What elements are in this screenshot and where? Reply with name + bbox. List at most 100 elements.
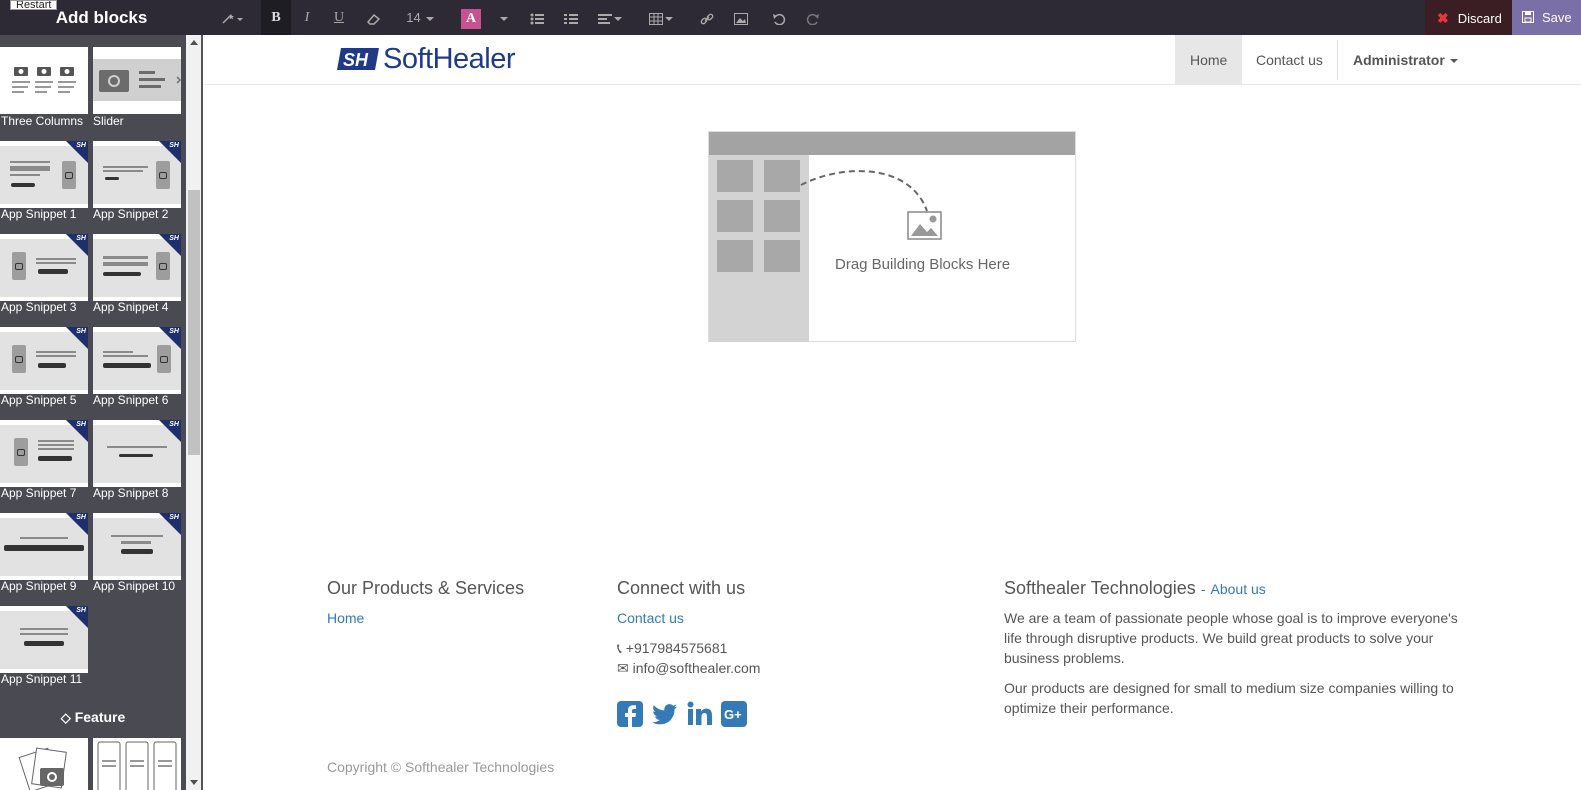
snippet-app-8[interactable]: SH bbox=[93, 420, 181, 487]
snippet-feature-1[interactable] bbox=[0, 738, 88, 790]
snippet-app-7[interactable]: SH bbox=[0, 420, 88, 487]
save-button[interactable]: Save bbox=[1512, 0, 1581, 35]
chevron-down-icon bbox=[665, 16, 673, 21]
snippet-label: App Snippet 2 bbox=[93, 207, 169, 221]
drop-zone-header bbox=[709, 132, 1075, 155]
snippet-feature-2[interactable] bbox=[93, 738, 181, 790]
softhealer-logo-icon[interactable]: SH bbox=[335, 44, 381, 74]
sidebar-scrollbar[interactable] bbox=[186, 35, 203, 790]
svg-text:G+: G+ bbox=[724, 707, 742, 722]
eraser-button[interactable] bbox=[360, 0, 386, 35]
redo-button[interactable] bbox=[800, 0, 826, 35]
slider-thumbnail bbox=[93, 59, 181, 101]
snippet-app-5[interactable]: SH bbox=[0, 327, 88, 394]
thumbnail-line bbox=[36, 258, 76, 260]
bullet-list-button[interactable] bbox=[524, 0, 550, 35]
format-style-button[interactable] bbox=[214, 0, 250, 35]
three-columns-thumbnail bbox=[12, 67, 76, 93]
image-icon bbox=[734, 12, 748, 25]
restart-tooltip: Restart bbox=[10, 0, 58, 10]
floppy-disk-icon bbox=[1522, 11, 1534, 23]
phone-icon: 📞︎ bbox=[617, 640, 622, 656]
snippet-app-3[interactable]: SH bbox=[0, 234, 88, 301]
align-dropdown[interactable] bbox=[594, 0, 626, 35]
feature-thumbnail bbox=[97, 741, 177, 790]
scroll-down-icon[interactable] bbox=[190, 780, 198, 785]
table-dropdown[interactable] bbox=[645, 0, 677, 35]
footer-contact-link[interactable]: Contact us bbox=[617, 610, 684, 626]
thumbnail-buttons bbox=[38, 456, 72, 461]
footer-phone: 📞︎ +917984575681 bbox=[617, 638, 727, 658]
eraser-icon bbox=[366, 13, 381, 25]
image-placeholder-icon bbox=[907, 211, 942, 240]
image-button[interactable] bbox=[728, 0, 754, 35]
snippet-app-11[interactable]: SH bbox=[0, 606, 88, 673]
footer-home-link[interactable]: Home bbox=[327, 610, 364, 626]
snippet-label: App Snippet 3 bbox=[1, 300, 77, 314]
logo-text[interactable]: SoftHealer bbox=[383, 43, 516, 76]
underline-button[interactable]: U bbox=[326, 0, 352, 35]
font-size-dropdown[interactable]: 14 bbox=[402, 0, 438, 35]
twitter-icon[interactable] bbox=[652, 701, 678, 727]
thumbnail-buttons bbox=[38, 269, 68, 274]
italic-button[interactable]: I bbox=[294, 0, 320, 35]
email-address: info@softhealer.com bbox=[632, 660, 761, 676]
sh-ribbon-text: SH bbox=[169, 235, 179, 242]
discard-button[interactable]: ✖ Discard bbox=[1425, 0, 1512, 35]
sh-ribbon-text: SH bbox=[169, 142, 179, 149]
feature-thumbnail bbox=[18, 747, 67, 790]
blocks-sidebar: Three Columns Slider SH App Snippet 1 SH… bbox=[0, 35, 186, 790]
snippet-app-9[interactable]: SH bbox=[0, 513, 88, 580]
thumbnail-line bbox=[36, 351, 76, 353]
nav-contact-us[interactable]: Contact us bbox=[1241, 35, 1338, 85]
magic-wand-icon bbox=[222, 13, 243, 24]
bullet-list-icon bbox=[530, 13, 544, 25]
color-dropdown[interactable] bbox=[492, 0, 510, 35]
nav-home[interactable]: Home bbox=[1175, 35, 1243, 85]
sh-ribbon-text: SH bbox=[169, 514, 179, 521]
bold-button[interactable]: B bbox=[261, 0, 291, 35]
snippet-app-1[interactable]: SH bbox=[0, 141, 88, 208]
thumbnail-line bbox=[103, 351, 133, 353]
thumbnail-camera bbox=[156, 252, 170, 280]
redo-icon bbox=[806, 13, 819, 25]
thumbnail-camera bbox=[157, 345, 171, 373]
linkedin-icon[interactable] bbox=[687, 701, 713, 727]
thumbnail-camera bbox=[156, 161, 170, 189]
sh-ribbon-text: SH bbox=[76, 328, 86, 335]
thumbnail-camera bbox=[12, 345, 26, 373]
feature-section-heading: ◇ Feature bbox=[0, 709, 186, 726]
sh-ribbon-text: SH bbox=[169, 328, 179, 335]
snippet-slider[interactable] bbox=[93, 47, 181, 114]
link-button[interactable] bbox=[694, 0, 720, 35]
snippet-app-2[interactable]: SH bbox=[93, 141, 181, 208]
snippet-app-10[interactable]: SH bbox=[93, 513, 181, 580]
snippet-app-6[interactable]: SH bbox=[93, 327, 181, 394]
company-name: Softhealer Technologies bbox=[1004, 578, 1196, 598]
chevron-down-icon bbox=[425, 16, 434, 21]
drop-zone-sidebar bbox=[709, 155, 809, 342]
numbered-list-icon bbox=[564, 13, 578, 24]
thumbnail-camera bbox=[14, 438, 28, 466]
undo-button[interactable] bbox=[766, 0, 792, 35]
numbered-list-button[interactable] bbox=[558, 0, 584, 35]
footer-about-paragraph-1: We are a team of passionate people whose… bbox=[1004, 610, 1458, 666]
text-color-button[interactable]: A bbox=[458, 0, 484, 35]
scroll-up-icon[interactable] bbox=[190, 40, 198, 45]
about-us-link[interactable]: About us bbox=[1211, 581, 1266, 597]
snippet-label: App Snippet 11 bbox=[1, 672, 83, 686]
snippet-app-4[interactable]: SH bbox=[93, 234, 181, 301]
close-icon: ✖ bbox=[1437, 10, 1449, 26]
admin-label: Administrator bbox=[1353, 52, 1445, 68]
snippet-three-columns[interactable] bbox=[0, 47, 88, 114]
scrollbar-thumb[interactable] bbox=[188, 190, 200, 455]
thumbnail-buttons bbox=[24, 641, 64, 646]
facebook-icon[interactable] bbox=[617, 701, 643, 727]
drop-zone[interactable]: Drag Building Blocks Here bbox=[708, 131, 1076, 342]
sh-ribbon-text: SH bbox=[169, 421, 179, 428]
thumbnail-dots bbox=[105, 177, 119, 180]
nav-administrator-dropdown[interactable]: Administrator bbox=[1338, 35, 1473, 85]
snippet-label: App Snippet 8 bbox=[93, 486, 169, 500]
google-plus-icon[interactable]: G+ bbox=[721, 701, 747, 727]
footer-company-heading: Softhealer Technologies - About us bbox=[1004, 578, 1266, 599]
